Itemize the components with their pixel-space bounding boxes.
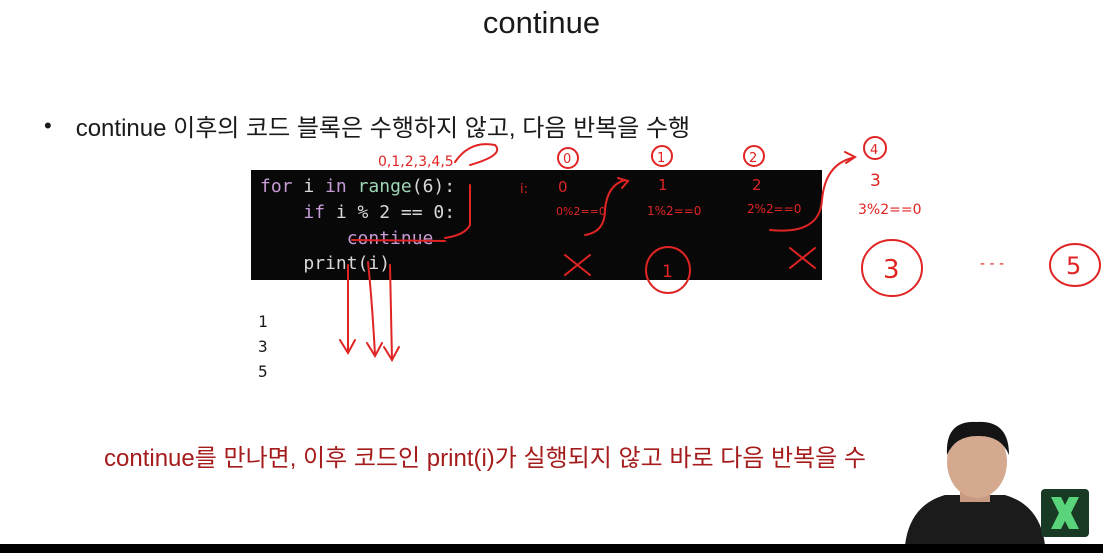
range-values-annotation: 0,1,2,3,4,5 (378, 154, 454, 170)
code-function-print: print (303, 253, 358, 274)
bullet-dot-icon: • (44, 112, 52, 138)
code-text: i % 2 == 0: (325, 202, 456, 223)
code-line-continue: continue (260, 227, 434, 251)
code-block: for i in range(6): if i % 2 == 0: contin… (251, 170, 822, 280)
code-line-print: print(i) (260, 252, 390, 276)
bottom-bar (0, 544, 1103, 553)
code-line-for: for i in range(6): (260, 175, 455, 199)
iter-mark: 0 (563, 152, 571, 167)
code-keyword-for: for (260, 176, 293, 197)
i-value: 3 (870, 171, 881, 191)
code-text: (6): (411, 176, 456, 197)
brand-logo-icon (1041, 489, 1089, 537)
bullet-text: continue 이후의 코드 블록은 수행하지 않고, 다음 반복을 수행 (75, 115, 691, 142)
output-line: 5 (258, 362, 268, 381)
result-mark: 3 (883, 255, 900, 285)
output-line: 1 (258, 312, 268, 331)
result-mark: 5 (1066, 252, 1081, 280)
mod-expr: 3%2==0 (858, 202, 922, 218)
ellipsis-annotation: - - - (980, 256, 1004, 272)
iter-mark: 2 (749, 151, 757, 166)
iter-mark: 1 (657, 151, 665, 166)
slide-title: continue (482, 5, 601, 40)
code-text: i (292, 176, 326, 197)
code-function-range: range (357, 176, 412, 197)
code-keyword-continue: continue (346, 228, 434, 249)
code-keyword-in: in (325, 176, 347, 197)
caption-text: continue를 만나면, 이후 코드인 print(i)가 실행되지 않고 … (104, 445, 867, 472)
code-keyword-if: if (303, 202, 326, 223)
code-text: (i) (357, 253, 391, 274)
presenter-video (905, 421, 1045, 545)
iter-mark: 4 (870, 143, 878, 158)
bullet-point: • continue 이후의 코드 블록은 수행하지 않고, 다음 반복을 수행 (44, 108, 690, 143)
code-line-if: if i % 2 == 0: (260, 201, 455, 225)
output-line: 3 (258, 337, 268, 356)
